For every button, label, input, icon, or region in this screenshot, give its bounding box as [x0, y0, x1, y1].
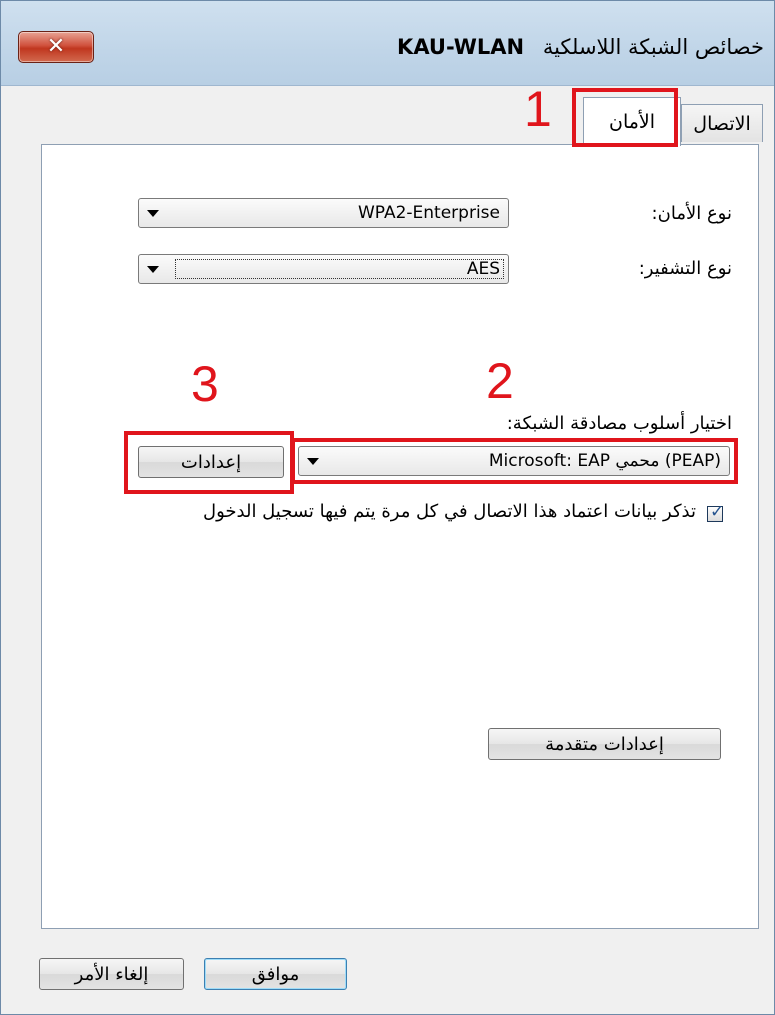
network-ssid: KAU-WLAN — [397, 35, 525, 59]
settings-button[interactable]: إعدادات — [138, 446, 284, 478]
chevron-down-icon — [147, 266, 159, 273]
auth-method-select[interactable]: Microsoft: EAP محمي (PEAP) — [298, 446, 730, 476]
annotation-marker-3: 3 — [191, 356, 219, 412]
ok-button[interactable]: موافق — [204, 958, 347, 990]
security-type-select[interactable]: WPA2-Enterprise — [138, 198, 509, 228]
tab-security-label: الأمان — [608, 111, 656, 133]
wireless-properties-dialog: خصائص الشبكة اللاسلكية KAU-WLAN ✕ الاتصا… — [0, 0, 775, 1015]
chevron-down-icon — [147, 210, 159, 217]
remember-credentials-checkbox[interactable]: ✓ — [707, 502, 724, 522]
close-icon: ✕ — [46, 34, 66, 59]
window-title: خصائص الشبكة اللاسلكية KAU-WLAN — [397, 35, 764, 59]
auth-method-value: Microsoft: EAP محمي (PEAP) — [488, 451, 721, 471]
close-button[interactable]: ✕ — [18, 31, 94, 63]
title-prefix: خصائص الشبكة اللاسلكية — [542, 35, 764, 59]
annotation-marker-1: 1 — [524, 81, 552, 137]
security-type-value: WPA2-Enterprise — [357, 203, 500, 223]
annotation-marker-2: 2 — [486, 353, 514, 409]
auth-method-label: اختيار أسلوب مصادقة الشبكة: — [506, 413, 732, 434]
cancel-button[interactable]: إلغاء الأمر — [39, 958, 184, 990]
chevron-down-icon — [307, 458, 319, 465]
tab-connection-label: الاتصال — [693, 112, 751, 135]
advanced-settings-button[interactable]: إعدادات متقدمة — [488, 728, 721, 760]
encryption-type-select[interactable]: AES — [138, 254, 509, 284]
title-bar[interactable]: خصائص الشبكة اللاسلكية KAU-WLAN ✕ — [1, 1, 774, 86]
checkmark-icon: ✓ — [710, 502, 725, 522]
tab-connection[interactable]: الاتصال — [681, 104, 763, 142]
security-type-label: نوع الأمان: — [651, 203, 732, 224]
tab-security[interactable]: الأمان — [583, 97, 681, 146]
encryption-type-label: نوع التشفير: — [638, 258, 732, 279]
focus-rectangle — [175, 259, 504, 279]
remember-credentials-label: تذكر بيانات اعتماد هذا الاتصال في كل مرة… — [203, 501, 696, 522]
encryption-type-value: AES — [466, 259, 500, 279]
